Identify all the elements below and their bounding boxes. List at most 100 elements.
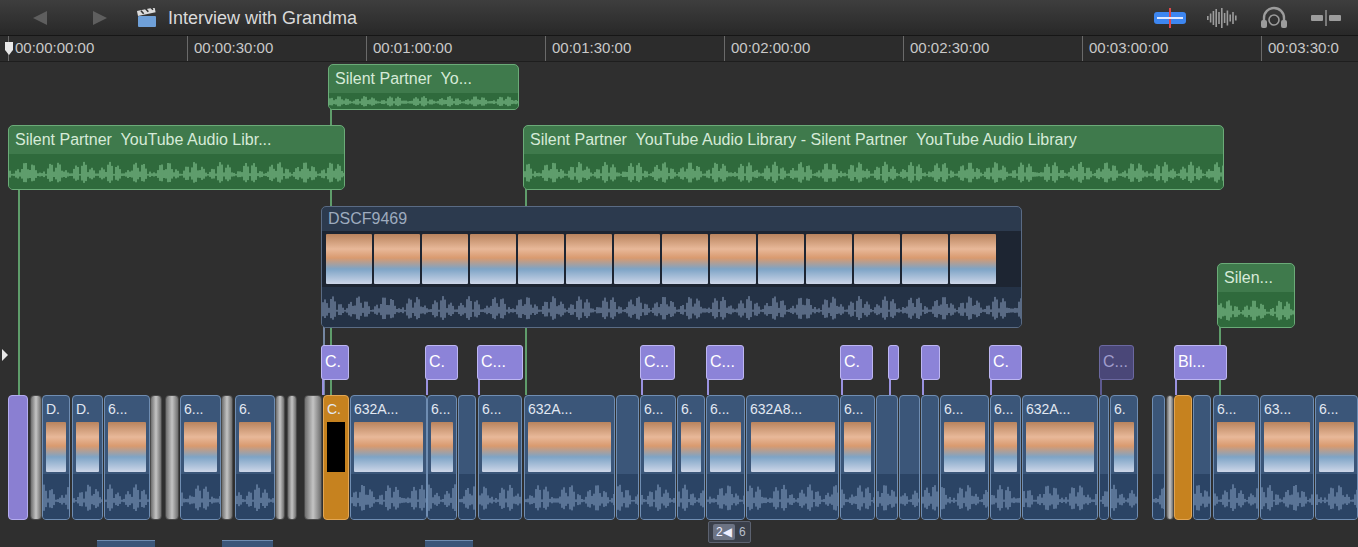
title-clip[interactable]: C...	[706, 345, 744, 380]
title-clip[interactable]: C...	[1099, 345, 1134, 380]
title-clip[interactable]	[921, 345, 940, 380]
audio-clip[interactable]: Silent Partner YouTube Audio Library - S…	[523, 125, 1224, 190]
generator-clip[interactable]	[1174, 395, 1192, 520]
video-clip[interactable]: 63...	[1260, 395, 1314, 520]
video-clip[interactable]: 6.	[677, 395, 705, 520]
video-clip[interactable]: 6...	[180, 395, 221, 520]
clip-thumbnail	[184, 422, 217, 472]
clip-thumbnail-row	[641, 420, 675, 474]
video-clip[interactable]: D.	[42, 395, 70, 520]
clip-waveform	[181, 474, 220, 519]
time-ruler[interactable]: 00:00:00:0000:00:30:0000:01:00:0000:01:3…	[0, 36, 1358, 62]
title-clip[interactable]: C.	[321, 345, 349, 380]
clip-label: 6...	[707, 396, 744, 420]
clip-label	[459, 396, 475, 420]
audio-waveform	[9, 154, 344, 189]
transition-clip[interactable]	[1166, 395, 1174, 520]
timeline-canvas[interactable]: Silent Partner Yo...Silent Partner YouTu…	[0, 62, 1358, 547]
video-clip[interactable]: 6...	[840, 395, 875, 520]
clip-thumbnail-row	[941, 420, 988, 474]
title-clip[interactable]: C...	[640, 345, 675, 380]
connected-video-clip[interactable]: DSCF9469	[321, 206, 1022, 328]
transition-clip[interactable]	[287, 395, 297, 520]
video-clip[interactable]: 632A...	[1022, 395, 1098, 520]
transition-clip[interactable]	[275, 395, 285, 520]
forward-button[interactable]	[82, 5, 118, 31]
clip-waveform	[459, 474, 475, 519]
transition-clip[interactable]	[150, 395, 162, 520]
clip-thumbnail	[76, 422, 99, 472]
video-clip[interactable]: 6...	[990, 395, 1021, 520]
video-clip[interactable]	[1193, 395, 1211, 520]
clip-thumbnail	[528, 422, 611, 472]
clip-thumbnail	[994, 422, 1017, 472]
video-clip[interactable]	[899, 395, 920, 520]
clip-waveform	[1023, 474, 1097, 519]
transition-clip[interactable]	[30, 395, 42, 520]
video-clip[interactable]: 6...	[1213, 395, 1259, 520]
video-clip[interactable]: 6...	[478, 395, 522, 520]
clip-thumbnail-row	[1214, 420, 1258, 474]
generator-clip[interactable]: C.	[323, 395, 349, 520]
clip-thumbnail-row	[459, 420, 475, 474]
title-clip[interactable]: C...	[477, 345, 523, 380]
title-clip[interactable]: C.	[840, 345, 873, 380]
lower-clip[interactable]	[425, 540, 473, 547]
transition-clip[interactable]	[165, 395, 179, 520]
video-clip[interactable]: 6.	[235, 395, 275, 520]
video-clip[interactable]	[458, 395, 476, 520]
waveform	[841, 474, 875, 519]
clip-thumbnail-row	[324, 420, 348, 474]
clip-label: 6...	[641, 396, 675, 420]
clip-count-badge[interactable]: 2◀6	[708, 521, 751, 543]
title-clip-label: C...	[710, 353, 735, 370]
title-clip[interactable]: C.	[989, 345, 1022, 380]
audio-clip[interactable]: Silent Partner YouTube Audio Libr...	[8, 125, 345, 190]
clip-waveform	[105, 474, 149, 519]
audio-clip[interactable]: Silent Partner Yo...	[328, 64, 519, 110]
clip-label	[617, 396, 638, 420]
video-clip[interactable]: 6...	[640, 395, 676, 520]
title-clip[interactable]	[8, 395, 28, 520]
video-clip[interactable]: 6.	[1110, 395, 1138, 520]
waveform	[1100, 474, 1109, 519]
clip-label: 6...	[1214, 396, 1258, 420]
toolbar-toggle-button[interactable]	[1152, 5, 1188, 31]
toolbar-toggle-button[interactable]	[1256, 5, 1292, 31]
video-clip[interactable]: 6...	[104, 395, 150, 520]
waveform	[524, 154, 1224, 189]
video-clip[interactable]	[616, 395, 639, 520]
title-clip[interactable]: Bl...	[1174, 345, 1227, 380]
clip-thumbnail-row	[877, 420, 897, 474]
transition-clip[interactable]	[221, 395, 233, 520]
waveform	[525, 474, 615, 519]
video-clip[interactable]	[1099, 395, 1109, 520]
video-clip[interactable]: 632A...	[350, 395, 427, 520]
lower-clip[interactable]	[222, 540, 273, 547]
toolbar-toggle-button[interactable]	[1204, 5, 1240, 31]
video-clip[interactable]: 632A...	[524, 395, 615, 520]
audio-clip[interactable]: Silen...	[1217, 263, 1295, 328]
video-clip[interactable]: 6...	[940, 395, 989, 520]
video-clip[interactable]: 6...	[706, 395, 745, 520]
clip-thumbnail-row	[43, 420, 69, 474]
transition-clip[interactable]	[304, 395, 322, 520]
clip-label: 6.	[1111, 396, 1137, 420]
lower-clip[interactable]	[97, 540, 155, 547]
clip-label: 63...	[1261, 396, 1313, 420]
video-clip[interactable]	[921, 395, 939, 520]
back-button[interactable]	[22, 5, 58, 31]
video-clip[interactable]: 6...	[427, 395, 457, 520]
clip-label: 6...	[841, 396, 874, 420]
video-clip[interactable]: D.	[72, 395, 103, 520]
toolbar-toggle-button[interactable]	[1308, 5, 1344, 31]
clip-thumbnail	[681, 422, 701, 472]
title-clip[interactable]	[888, 345, 899, 380]
video-clip[interactable]	[1152, 395, 1165, 520]
video-clip[interactable]: 6...	[1315, 395, 1358, 520]
ruler-tick: 00:03:30:0	[1261, 36, 1358, 61]
video-clip[interactable]: 632A8...	[746, 395, 839, 520]
title-clip[interactable]: C.	[425, 345, 458, 380]
video-clip[interactable]	[876, 395, 898, 520]
clip-thumbnail-row	[1023, 420, 1097, 474]
